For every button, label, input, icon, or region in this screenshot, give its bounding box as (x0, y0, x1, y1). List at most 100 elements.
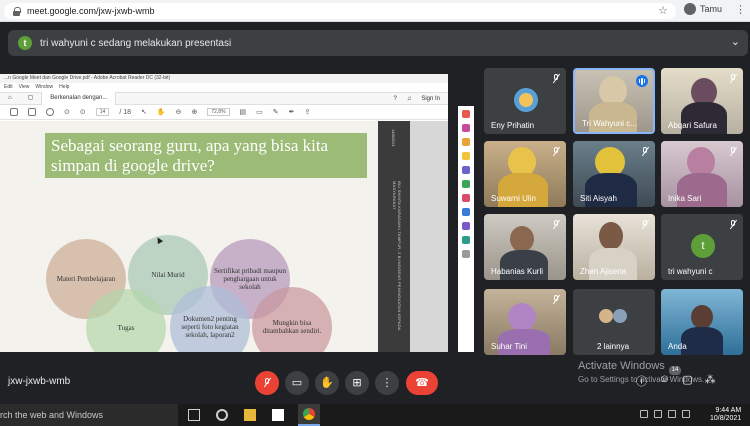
info-icon[interactable]: ⓘ (636, 373, 647, 389)
print-icon[interactable] (28, 108, 36, 116)
system-tray (640, 410, 690, 418)
taskbar-clock[interactable]: 9:44 AM 10/8/2021 (710, 407, 741, 423)
tab-home[interactable]: ⌂ (0, 92, 20, 105)
hand-tool-icon[interactable]: ✋ (157, 108, 166, 116)
bell-icon[interactable]: ♫ (407, 96, 412, 102)
edit-pdf-icon[interactable] (462, 138, 470, 146)
participant-tile[interactable]: Inika Sari (661, 141, 743, 207)
presenting-text: tri wahyuni c sedang melakukan presentas… (40, 37, 232, 49)
share-icon[interactable]: ⇪ (305, 108, 311, 116)
address-bar[interactable]: meet.google.com/jxw-jxwb-wmb ☆ (4, 3, 676, 19)
organize-icon[interactable] (462, 180, 470, 188)
participant-tile[interactable]: Eny Prihatin (484, 68, 566, 134)
windows-taskbar: rch the web and Windows 9:44 AM 10/8/202… (0, 404, 750, 426)
tray-up-icon[interactable] (640, 410, 648, 418)
help-icon[interactable]: ? (393, 96, 396, 102)
participant-tile[interactable]: t tri wahyuni c (661, 214, 743, 280)
cortana-icon[interactable] (216, 409, 228, 421)
search-icon[interactable] (46, 108, 54, 116)
more-vertical-icon: ⋮ (381, 376, 393, 389)
mic-off-icon (263, 377, 272, 388)
menu-item-edit[interactable]: Edit (4, 83, 13, 92)
file-explorer-icon[interactable] (244, 409, 256, 421)
menu-item-help[interactable]: Help (59, 83, 69, 92)
profile-button[interactable]: Tamu (684, 3, 722, 15)
pen-icon[interactable]: ✎ (273, 108, 279, 116)
store-icon[interactable] (272, 409, 284, 421)
meeting-side-controls: ⓘ ☺ ▢ ⁂ (636, 373, 716, 389)
speaking-indicator-icon (636, 75, 648, 87)
comment-icon[interactable]: ▭ (256, 108, 263, 116)
sign-icon[interactable]: ✒ (289, 108, 295, 116)
tab-document[interactable]: Berkenalan dengan... (41, 92, 117, 105)
page-down-icon[interactable]: ⊙ (80, 108, 86, 116)
taskbar-search[interactable]: rch the web and Windows (0, 404, 178, 426)
people-icon[interactable]: ☺ (659, 373, 670, 389)
comment-tool-icon[interactable] (462, 152, 470, 160)
export-pdf-icon[interactable] (462, 110, 470, 118)
mic-off-icon (641, 146, 650, 157)
create-pdf-icon[interactable] (462, 124, 470, 132)
save-icon[interactable] (10, 108, 18, 116)
participant-tile[interactable]: Tri Wahyuni c... (573, 68, 655, 134)
battery-icon[interactable] (654, 410, 662, 418)
raise-hand-button[interactable]: ✋ (315, 371, 339, 395)
participant-name: Zhen Ajisena (580, 267, 627, 276)
camera-toggle-button[interactable]: ▭ (285, 371, 309, 395)
participant-name: Abqari Safura (668, 121, 717, 130)
zoom-out-icon[interactable]: ⊖ (176, 108, 182, 116)
present-now-button[interactable]: ⊞ (345, 371, 369, 395)
microphone-toggle-button[interactable] (255, 371, 279, 395)
participant-name: Anda (668, 342, 687, 351)
slide-side-note: IBU SHINTA KARAGAHU TAMPUR, 2 BUNGGENG P… (392, 181, 402, 331)
participant-tile[interactable]: Zhen Ajisena (573, 214, 655, 280)
select-tool-icon[interactable]: ↖ (141, 108, 147, 116)
page-number-input[interactable]: 14 (95, 108, 110, 116)
meeting-code: jxw-jxwb-wmb (8, 376, 71, 387)
present-screen-icon: ⊞ (352, 376, 362, 389)
slide-title: Sebagai seorang guru, apa yang bisa kita… (45, 133, 367, 178)
protect-icon[interactable] (462, 208, 470, 216)
participant-tile[interactable]: 2 lainnya (573, 289, 655, 355)
scan-icon[interactable] (462, 236, 470, 244)
browser-menu-icon[interactable]: ⋮ (735, 4, 746, 16)
participant-avatar (599, 309, 613, 323)
page-up-icon[interactable]: ⊙ (64, 108, 70, 116)
fill-sign-icon[interactable] (462, 222, 470, 230)
chevron-down-icon[interactable]: ⌄ (731, 35, 740, 48)
volume-icon[interactable] (682, 410, 690, 418)
chrome-icon (303, 408, 315, 420)
leave-call-button[interactable]: ☎ (406, 371, 438, 395)
fit-page-icon[interactable]: ▤ (240, 108, 247, 116)
redact-icon[interactable] (462, 194, 470, 202)
participant-name: Habanias Kurli (491, 267, 544, 276)
activities-icon[interactable]: ⁂ (705, 373, 716, 389)
participant-avatar (613, 309, 627, 323)
chat-icon[interactable]: ▢ (682, 373, 692, 389)
participant-name: Siti Aisyah (580, 194, 617, 203)
participant-tile[interactable]: Habanias Kurli (484, 214, 566, 280)
presenting-banner: t tri wahyuni c sedang melakukan present… (8, 30, 748, 56)
screen: meet.google.com/jxw-jxwb-wmb ☆ Tamu ⋮ t … (0, 0, 750, 426)
taskbar-chrome-button[interactable] (298, 404, 320, 426)
sign-in-link[interactable]: Sign In (421, 96, 440, 102)
network-icon[interactable] (668, 410, 676, 418)
participant-name: Eny Prihatin (491, 121, 535, 130)
participant-tile[interactable]: Abqari Safura (661, 68, 743, 134)
participant-tile[interactable]: Suwarni Ulin (484, 141, 566, 207)
tab-tools[interactable]: ▢ (20, 92, 42, 105)
more-options-button[interactable]: ⋮ (375, 371, 399, 395)
zoom-level[interactable]: 72,8% (207, 108, 230, 116)
combine-icon[interactable] (462, 166, 470, 174)
more-tools-icon[interactable] (462, 250, 470, 258)
zoom-in-icon[interactable]: ⊕ (191, 108, 197, 116)
slide-date: 14/8/2021 (391, 129, 396, 147)
bookmark-star-icon[interactable]: ☆ (658, 4, 668, 17)
browser-toolbar: meet.google.com/jxw-jxwb-wmb ☆ Tamu ⋮ (0, 0, 750, 22)
menu-item-window[interactable]: Window (35, 83, 53, 92)
participant-tile[interactable]: Siti Aisyah (573, 141, 655, 207)
menu-item-view[interactable]: View (19, 83, 30, 92)
participant-tile[interactable]: Anda (661, 289, 743, 355)
participant-tile[interactable]: Suhar Tini (484, 289, 566, 355)
task-view-icon[interactable] (188, 409, 200, 421)
